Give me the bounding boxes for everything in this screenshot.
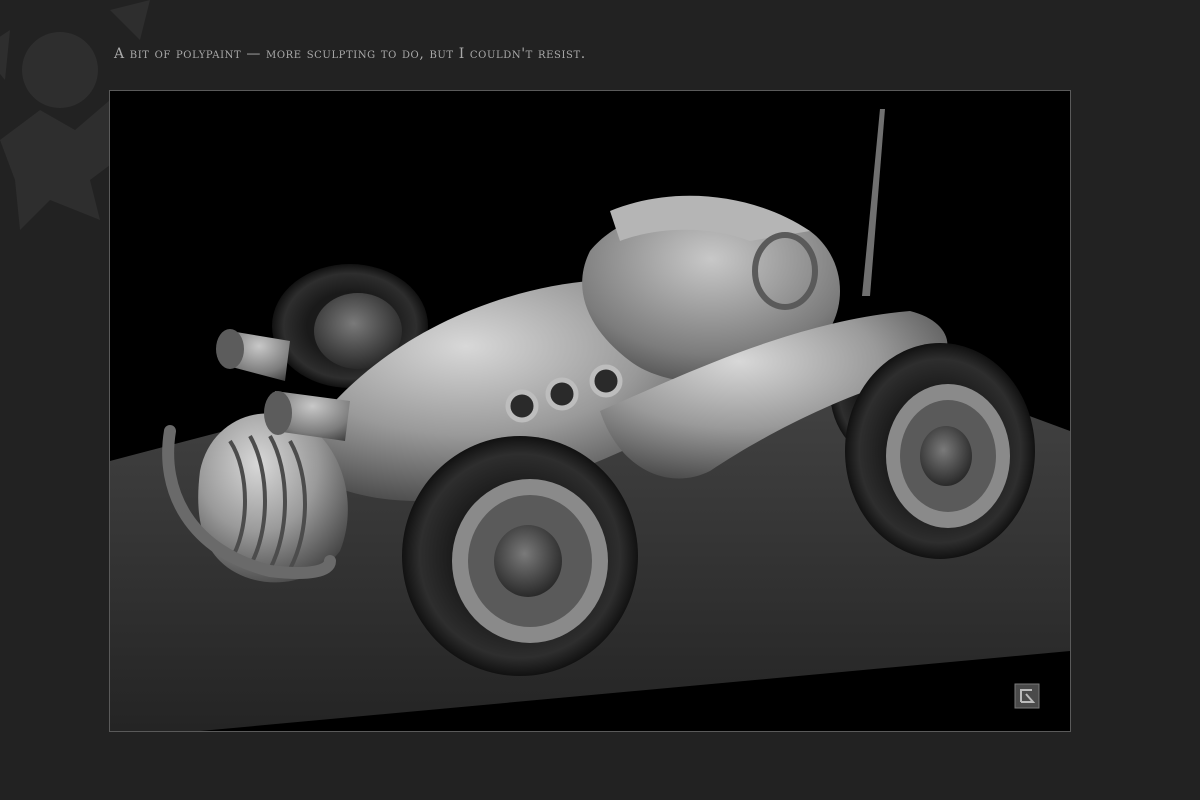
front-right-wheel <box>845 343 1035 559</box>
side-vent <box>545 377 579 411</box>
side-vent <box>505 389 539 423</box>
antenna <box>862 109 885 296</box>
side-vent <box>589 364 623 398</box>
page-caption: A bit of polypaint — more sculpting to d… <box>114 46 586 62</box>
front-left-wheel <box>402 436 638 676</box>
render-viewport <box>109 90 1071 732</box>
car-render <box>110 109 1070 731</box>
artist-logo-icon <box>1014 683 1040 709</box>
